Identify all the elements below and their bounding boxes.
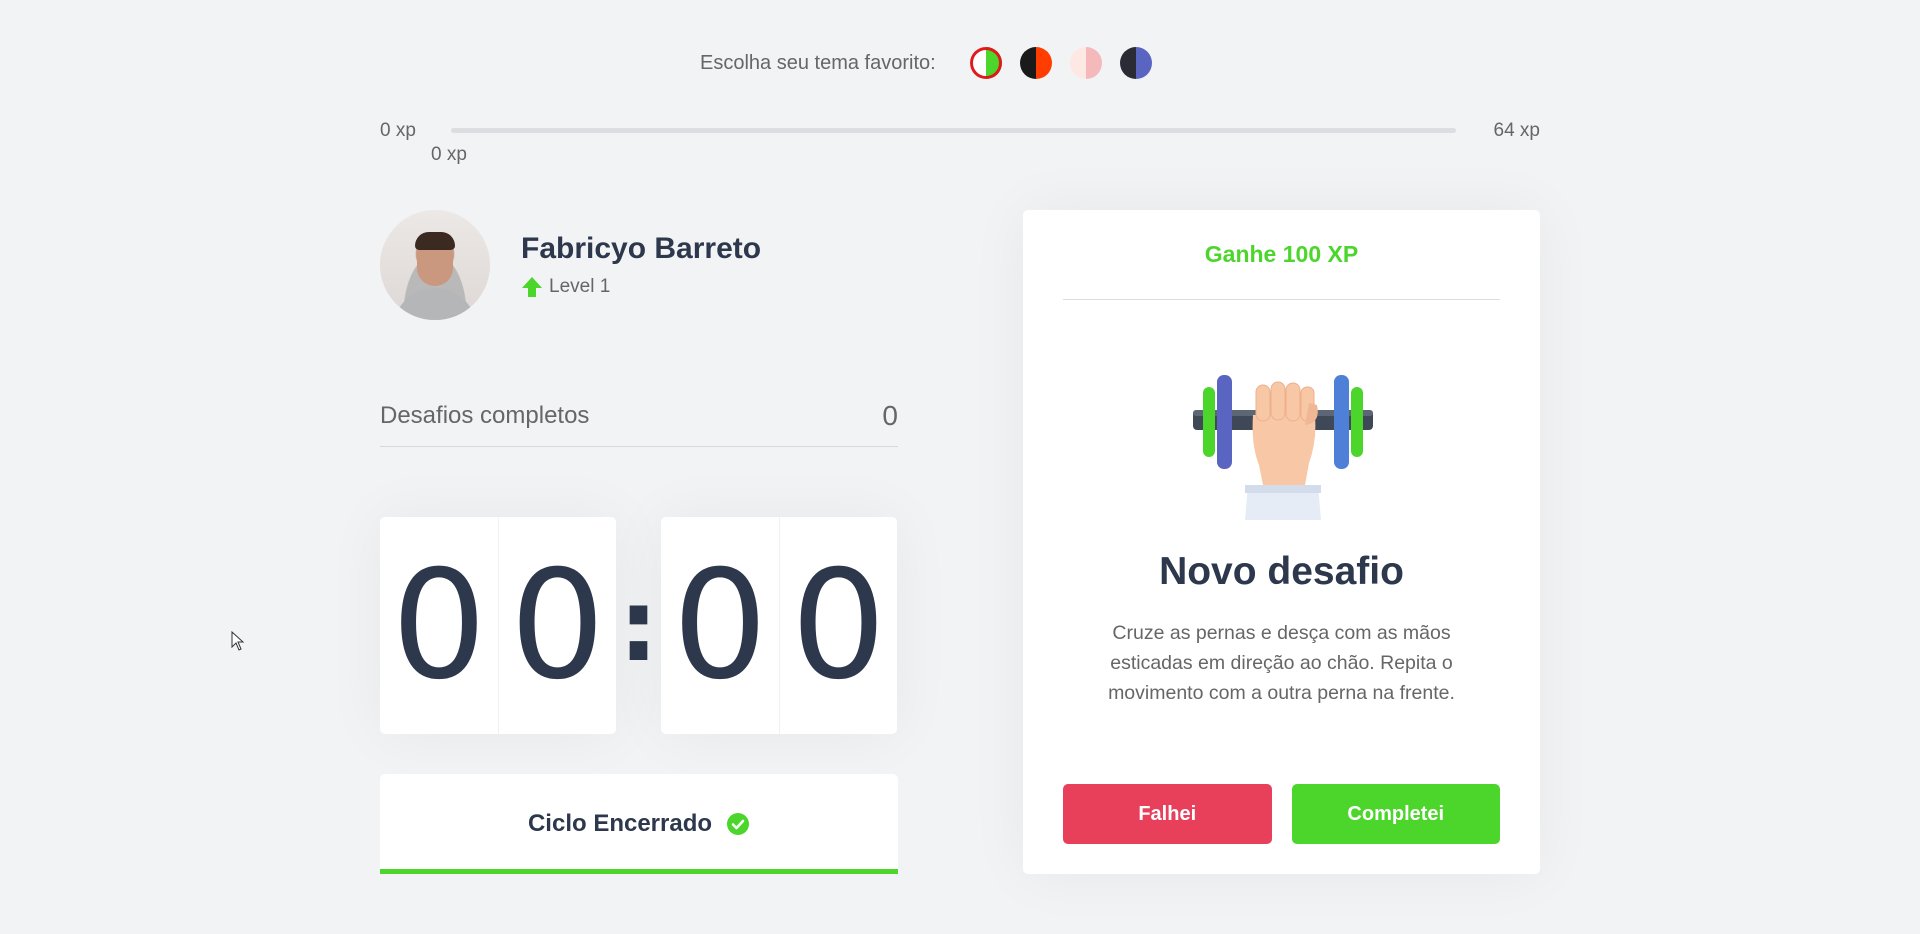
challenge-title: Novo desafio: [1159, 550, 1404, 593]
theme-picker: Escolha seu tema favorito:: [700, 45, 1170, 81]
challenge-description: Cruze as pernas e desça com as mãos esti…: [1108, 622, 1455, 704]
cycle-ended-button[interactable]: Ciclo Encerrado: [380, 774, 898, 874]
completed-challenges-label: Desafios completos: [380, 401, 590, 429]
countdown-separator: :: [618, 567, 659, 684]
level-up-icon: [522, 277, 542, 297]
profile-info: Fabricyo Barreto Level 1: [521, 232, 761, 298]
dumbbell-icon: [1193, 375, 1373, 520]
seconds-display: 0 0: [661, 517, 897, 734]
theme-swatch-pink[interactable]: [1069, 47, 1102, 79]
xp-max-label: 64 xp: [1493, 120, 1540, 141]
minute-right-digit: 0: [498, 517, 616, 734]
mouse-cursor-icon: [231, 631, 245, 651]
check-circle-icon: [727, 813, 750, 835]
countdown: 0 0 : 0 0: [380, 517, 897, 734]
completed-challenges: Desafios completos 0: [380, 385, 898, 447]
theme-swatch-blue[interactable]: [1119, 47, 1152, 79]
xp-min-label: 0 xp: [380, 120, 416, 141]
profile: Fabricyo Barreto Level 1: [380, 210, 761, 320]
xp-track: [451, 128, 1456, 133]
complete-button[interactable]: Completei: [1291, 784, 1500, 844]
second-right-digit: 0: [779, 517, 897, 734]
completed-challenges-count: 0: [882, 399, 898, 431]
fail-button[interactable]: Falhei: [1063, 784, 1272, 844]
theme-swatch-dark[interactable]: [1019, 47, 1052, 79]
profile-name: Fabricyo Barreto: [521, 232, 762, 265]
second-left-digit: 0: [672, 538, 768, 713]
challenge-reward: Ganhe 100 XP: [1063, 210, 1500, 300]
minutes-display: 0 0: [380, 517, 616, 734]
minute-left-digit: 0: [391, 538, 487, 713]
xp-current-label: 0 xp: [431, 144, 467, 165]
challenge-actions: Falhei Completei: [1063, 784, 1500, 844]
level-label: Level 1: [549, 276, 611, 297]
challenge-card: Ganhe 100 XP Novo desafio Cruze as perna…: [1023, 210, 1540, 874]
avatar: [380, 210, 490, 320]
theme-label: Escolha seu tema favorito:: [700, 51, 936, 74]
cycle-progress-bar: [380, 869, 898, 874]
experience-bar: 0 xp 0 xp 64 xp: [380, 116, 1540, 165]
profile-level: Level 1: [521, 276, 761, 298]
cycle-ended-label: Ciclo Encerrado: [527, 810, 713, 837]
theme-swatch-green[interactable]: [969, 47, 1002, 79]
